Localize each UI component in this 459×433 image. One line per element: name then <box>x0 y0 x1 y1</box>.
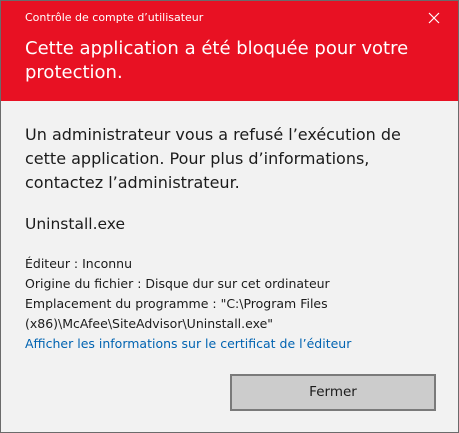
admin-message: Un administrateur vous a refusé l’exécut… <box>25 125 401 192</box>
window-title: Contrôle de compte d’utilisateur <box>25 11 204 24</box>
publisher-line: Éditeur : Inconnu <box>25 256 133 271</box>
close-icon <box>428 12 440 24</box>
close-dialog-button[interactable]: Fermer <box>230 374 436 411</box>
blocked-headline: Cette application a été bloquée pour vot… <box>25 38 409 83</box>
program-name: Uninstall.exe <box>25 215 125 233</box>
dialog-body: Un administrateur vous a refusé l’exécut… <box>25 123 437 354</box>
file-origin-line: Origine du fichier : Disque dur sur cet … <box>25 276 330 291</box>
publisher-certificate-link[interactable]: Afficher les informations sur le certifi… <box>25 334 437 354</box>
program-location-line: Emplacement du programme : "C:\Program F… <box>25 296 328 331</box>
close-button[interactable] <box>420 6 448 30</box>
uac-dialog: Contrôle de compte d’utilisateur Cette a… <box>0 0 459 433</box>
dialog-header: Contrôle de compte d’utilisateur Cette a… <box>1 1 458 101</box>
program-details: Éditeur : Inconnu Origine du fichier : D… <box>25 254 437 354</box>
